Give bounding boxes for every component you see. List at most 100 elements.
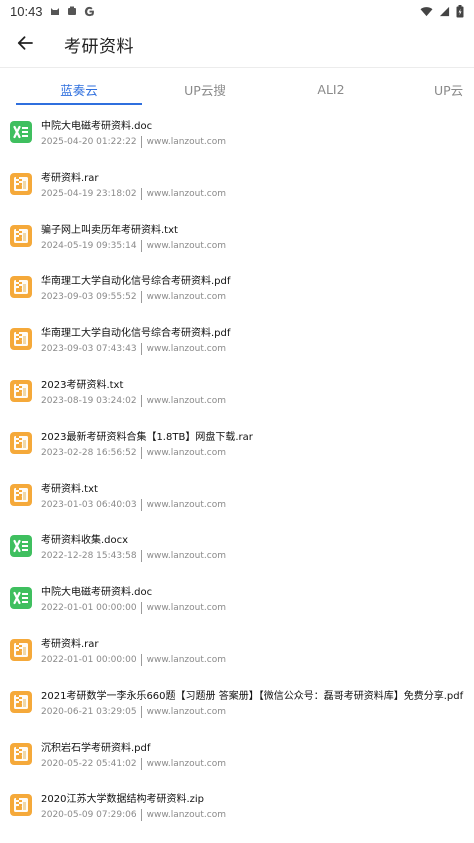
tab-up-cloud[interactable]: UP云 [424, 72, 474, 106]
file-date: 2023-09-03 09:55:52 [41, 292, 137, 303]
file-list-item[interactable]: 2023最新考研资料合集【1.8TB】网盘下载.rar 2023-02-28 16… [0, 419, 474, 471]
arrow-left-icon [17, 35, 33, 54]
file-meta: 2023-09-03 09:55:52 www.lanzout.com [41, 291, 226, 304]
file-name: 中院大电磁考研资料.doc [41, 587, 153, 599]
file-list-item[interactable]: 考研资料收集.docx 2022-12-28 15:43:58 www.lanzou… [0, 522, 474, 574]
file-name: 华南理工大学自动化信号综合考研资料.pdf [41, 328, 231, 340]
file-date: 2020-05-22 05:41:02 [41, 758, 137, 769]
meta-divider [140, 136, 142, 148]
archive-file-icon [9, 275, 33, 299]
meta-divider [140, 757, 142, 770]
file-meta: 2020-05-22 05:41:02 www.lanzout.com [41, 757, 226, 770]
file-meta: 2022-01-01 00:00:00 www.lanzout.com [41, 654, 226, 666]
file-source: www.lanzout.com [146, 240, 226, 251]
file-date: 2022-01-01 00:00:00 [41, 655, 137, 665]
file-list-item[interactable]: 2021考研数学一李永乐660题【习题册 答案册】【微信公众号：磊哥考研资料库】… [0, 678, 474, 730]
meta-divider [140, 239, 142, 252]
file-name: 考研资料.rar [41, 639, 99, 650]
file-list-item[interactable]: 中院大电磁考研资料.doc 2025-04-20 01:22:22 www.lanz… [0, 108, 474, 160]
file-name: 中院大电磁考研资料.doc [41, 121, 153, 132]
file-date: 2023-09-03 07:43:43 [41, 344, 137, 355]
meta-divider [140, 187, 142, 200]
tab-ali2[interactable]: ALI2 [268, 72, 394, 106]
file-name: 骗子网上叫卖历年考研资料.txt [41, 224, 178, 236]
google-icon [84, 6, 95, 17]
excel-file-icon [9, 586, 33, 610]
file-meta: 2025-04-19 23:18:02 www.lanzout.com [41, 187, 226, 200]
status-time: 10:43 [10, 3, 43, 19]
file-list-item[interactable]: 2020江苏大学数据结构考研资料.zip 2020-05-09 07:29:06 w… [0, 781, 474, 833]
app-bar: 考研资料 [0, 22, 474, 68]
archive-file-icon [9, 379, 33, 403]
file-meta: 2023-08-19 03:24:02 www.lanzout.com [41, 395, 226, 407]
file-meta: 2022-12-28 15:43:58 www.lanzout.com [41, 550, 226, 563]
back-button[interactable] [0, 22, 50, 68]
file-date: 2022-01-01 00:00:00 [41, 603, 137, 614]
file-list-item[interactable]: 考研资料.txt 2023-01-03 06:40:03 www.lanzout.c… [0, 471, 474, 523]
file-list-item[interactable]: 华南理工大学自动化信号综合考研资料.pdf 2023-09-03 07:43:43… [0, 315, 474, 367]
meta-divider [140, 550, 142, 563]
file-name: 考研资料.txt [41, 483, 98, 495]
file-list-item[interactable]: 沉积岩石学考研资料.pdf 2020-05-22 05:41:02 www.lanz… [0, 730, 474, 782]
excel-file-icon [9, 534, 33, 558]
file-date: 2023-08-19 03:24:02 [41, 396, 137, 406]
archive-file-icon [9, 690, 33, 714]
file-source: www.lanzout.com [146, 292, 226, 303]
file-list-item[interactable]: 考研资料.rar 2022-01-01 00:00:00 www.lanzout.c… [0, 626, 474, 678]
file-list-item[interactable]: 2023考研资料.txt 2023-08-19 03:24:02 www.lanzo… [0, 367, 474, 419]
file-meta: 2022-01-01 00:00:00 www.lanzout.com [41, 602, 226, 615]
file-date: 2025-04-20 01:22:22 [41, 137, 137, 147]
file-source: www.lanzout.com [146, 655, 226, 665]
file-date: 2025-04-19 23:18:02 [41, 188, 137, 199]
meta-divider [140, 291, 142, 304]
file-source: www.lanzout.com [146, 396, 226, 406]
file-date: 2020-05-09 07:29:06 [41, 810, 137, 821]
meta-divider [140, 602, 142, 615]
tab-lanzouyun[interactable]: 蓝奏云 [16, 72, 142, 106]
file-source: www.lanzout.com [146, 137, 226, 147]
excel-file-icon [9, 120, 33, 144]
file-source: www.lanzout.com [146, 447, 226, 458]
file-name: 沉积岩石学考研资料.pdf [41, 742, 151, 754]
file-date: 2023-01-03 06:40:03 [41, 499, 137, 510]
archive-file-icon [9, 742, 33, 766]
tab-up-search[interactable]: UP云搜 [142, 72, 268, 106]
file-name: 华南理工大学自动化信号综合考研资料.pdf [41, 276, 231, 288]
archive-file-icon [9, 483, 33, 507]
file-source: www.lanzout.com [146, 810, 226, 821]
source-tabs: 蓝奏云 UP云搜 ALI2 UP云 [0, 72, 474, 108]
file-name: 考研资料收集.docx [41, 535, 129, 547]
status-bar: 10:43 [0, 0, 474, 22]
wifi-icon [420, 6, 433, 17]
file-list-item[interactable]: 骗子网上叫卖历年考研资料.txt 2024-05-19 09:35:14 www.l… [0, 212, 474, 264]
page-title: 考研资料 [64, 37, 134, 57]
archive-file-icon [9, 224, 33, 248]
file-source: www.lanzout.com [146, 706, 226, 717]
meta-divider [140, 705, 142, 718]
file-source: www.lanzout.com [146, 603, 226, 614]
meta-divider [140, 654, 142, 666]
file-name: 2021考研数学一李永乐660题【习题册 答案册】【微信公众号：磊哥考研资料库】… [41, 690, 464, 702]
file-list-item[interactable]: 华南理工大学自动化信号综合考研资料.pdf 2023-09-03 09:55:52… [0, 263, 474, 315]
meta-divider [140, 809, 142, 822]
file-source: www.lanzout.com [146, 758, 226, 769]
active-tab-indicator [16, 103, 142, 105]
file-name: 2023最新考研资料合集【1.8TB】网盘下载.rar [41, 431, 253, 443]
file-source: www.lanzout.com [146, 551, 226, 562]
battery-icon [456, 4, 464, 18]
file-meta: 2024-05-19 09:35:14 www.lanzout.com [41, 239, 226, 252]
notification-app-icon [67, 6, 77, 16]
file-date: 2022-12-28 15:43:58 [41, 551, 137, 562]
file-meta: 2025-04-20 01:22:22 www.lanzout.com [41, 136, 226, 148]
file-name: 考研资料.rar [41, 172, 99, 184]
file-list-item[interactable]: 考研资料.rar 2025-04-19 23:18:02 www.lanzout.c… [0, 160, 474, 212]
notification-cat-icon [50, 6, 60, 16]
file-meta: 2020-05-09 07:29:06 www.lanzout.com [41, 809, 226, 822]
file-meta: 2020-06-21 03:29:05 www.lanzout.com [41, 705, 226, 718]
archive-file-icon [9, 431, 33, 455]
archive-file-icon [9, 172, 33, 196]
file-list-item[interactable]: 中院大电磁考研资料.doc 2022-01-01 00:00:00 www.lanz… [0, 574, 474, 626]
archive-file-icon [9, 793, 33, 817]
file-date: 2020-06-21 03:29:05 [41, 706, 137, 717]
file-list: 中院大电磁考研资料.doc 2025-04-20 01:22:22 www.lanz… [0, 108, 474, 843]
